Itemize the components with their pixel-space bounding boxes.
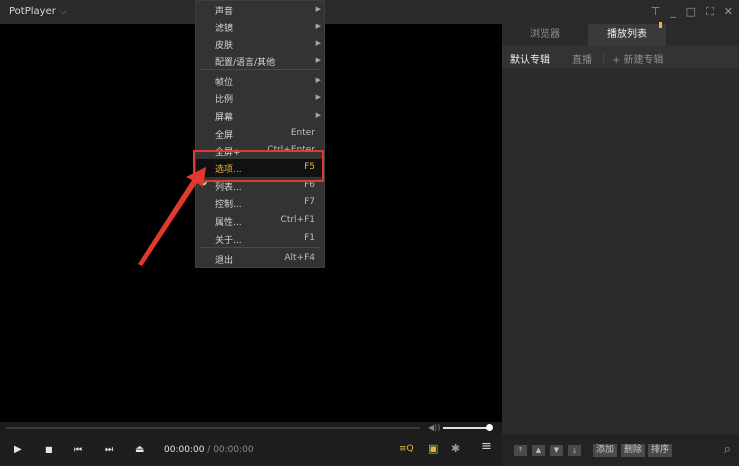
annotation-arrow-shape	[138, 167, 206, 266]
annotation-arrow	[138, 167, 206, 266]
